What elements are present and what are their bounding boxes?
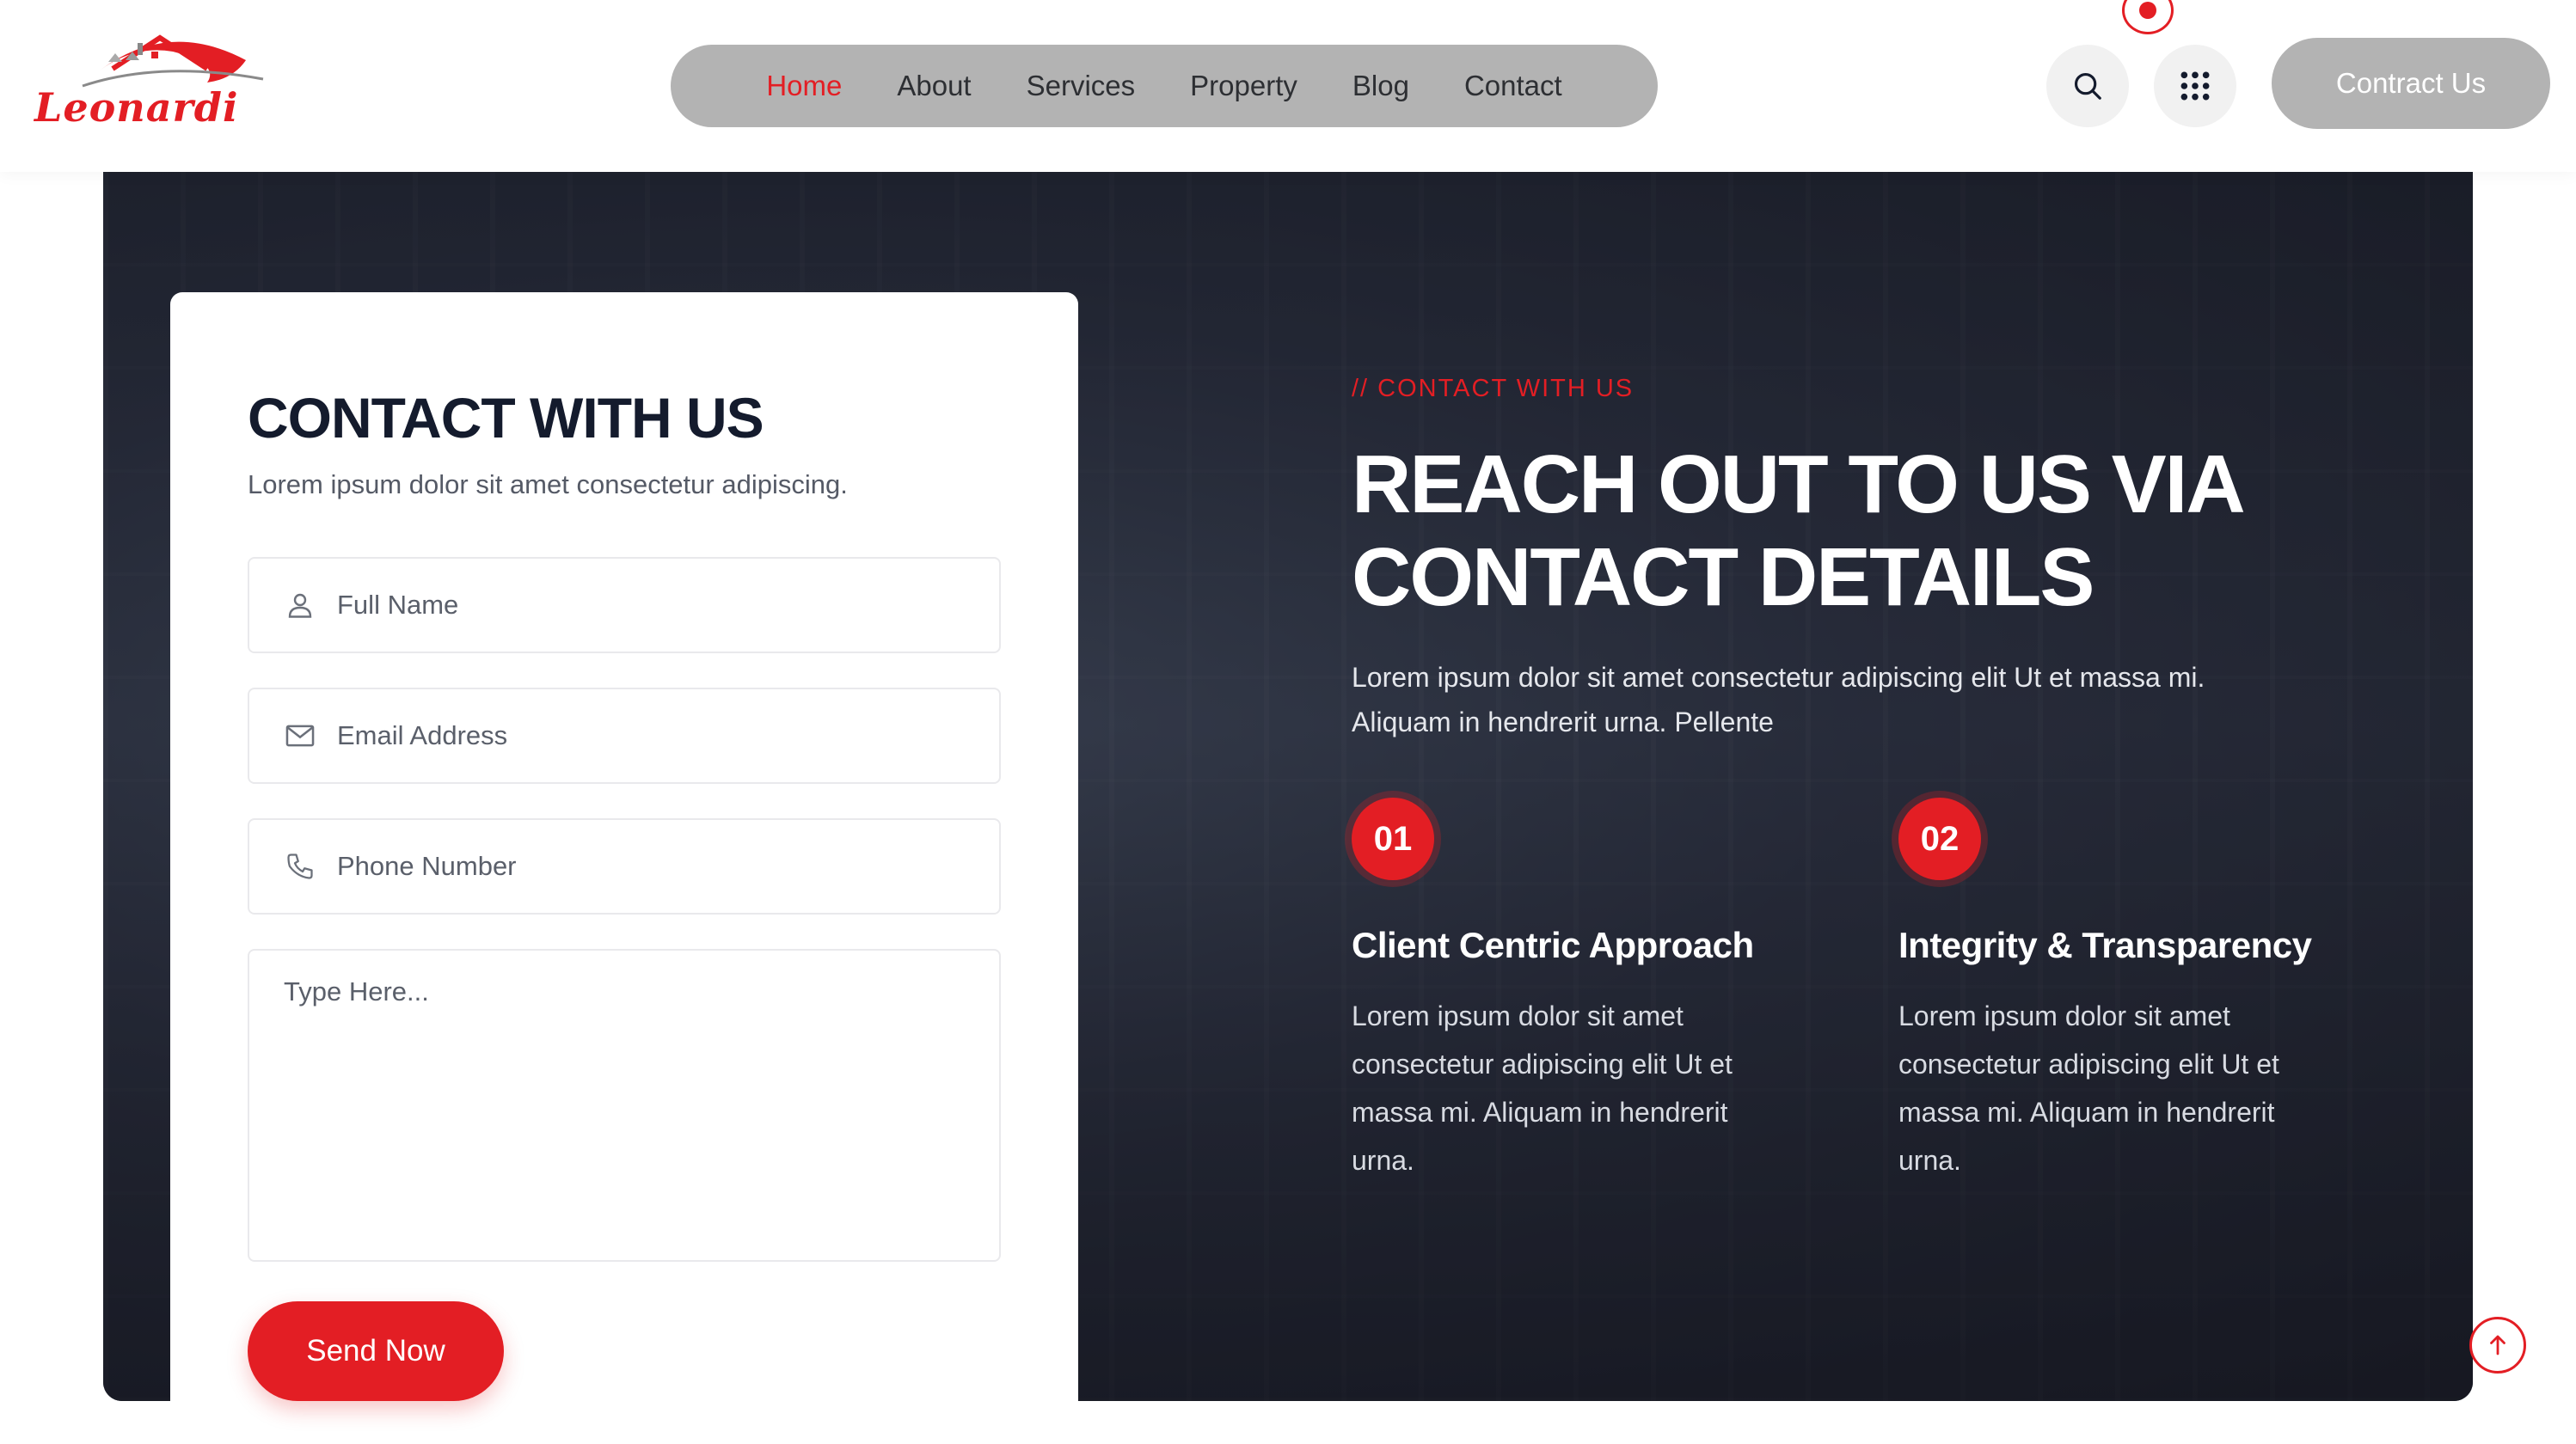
- feature-number-badge: 01: [1352, 798, 1434, 880]
- main-nav: Home About Services Property Blog Contac…: [671, 45, 1658, 127]
- user-icon: [282, 587, 318, 623]
- full-name-field: [248, 557, 1001, 653]
- phone-input[interactable]: [337, 820, 999, 913]
- section-headline: REACH OUT TO US VIA CONTACT DETAILS: [1352, 438, 2383, 624]
- headline-line-2: CONTACT DETAILS: [1352, 531, 2095, 623]
- nav-home[interactable]: Home: [739, 70, 869, 102]
- message-field: [248, 949, 1001, 1262]
- nav-about[interactable]: About: [869, 70, 998, 102]
- full-name-input[interactable]: [337, 559, 999, 652]
- contact-form-card: CONTACT WITH US Lorem ipsum dolor sit am…: [170, 292, 1078, 1444]
- feature-client-centric: 01 Client Centric Approach Lorem ipsum d…: [1352, 798, 1816, 1184]
- notification-indicator: [2122, 0, 2174, 34]
- phone-icon: [282, 848, 318, 884]
- feature-title: Client Centric Approach: [1352, 925, 1754, 965]
- logo[interactable]: Leonardi: [31, 26, 289, 138]
- feature-text: Lorem ipsum dolor sit amet consectetur a…: [1352, 1000, 1733, 1176]
- nav-services[interactable]: Services: [999, 70, 1163, 102]
- feature-integrity: 02 Integrity & Transparency Lorem ipsum …: [1898, 798, 2363, 1184]
- nav-blog[interactable]: Blog: [1325, 70, 1437, 102]
- arrow-up-icon: [2490, 1335, 2505, 1355]
- email-field: [248, 688, 1001, 784]
- logo-text: Leonardi: [34, 84, 239, 131]
- form-subtitle: Lorem ipsum dolor sit amet consectetur a…: [248, 469, 848, 499]
- section-eyebrow: // CONTACT WITH US: [1352, 375, 1635, 402]
- contract-us-button[interactable]: Contract Us: [2272, 38, 2550, 129]
- search-button[interactable]: [2046, 45, 2129, 127]
- form-title: CONTACT WITH US: [248, 386, 764, 450]
- send-now-button[interactable]: Send Now: [248, 1301, 504, 1401]
- nav-contact[interactable]: Contact: [1437, 70, 1590, 102]
- grid-menu-icon: [2180, 71, 2210, 101]
- phone-field: [248, 818, 1001, 915]
- feature-text: Lorem ipsum dolor sit amet consectetur a…: [1898, 1000, 2279, 1176]
- envelope-icon: [282, 718, 318, 754]
- section-lead-text: Lorem ipsum dolor sit amet consectetur a…: [1352, 662, 2205, 737]
- nav-property[interactable]: Property: [1162, 70, 1325, 102]
- site-header: Leonardi Home About Services Property Bl…: [0, 0, 2576, 172]
- feature-number-badge: 02: [1898, 798, 1981, 880]
- email-input[interactable]: [337, 689, 999, 782]
- search-icon: [2074, 72, 2101, 100]
- grid-menu-button[interactable]: [2154, 45, 2236, 127]
- scroll-to-top-button[interactable]: [2469, 1317, 2526, 1374]
- message-textarea[interactable]: [249, 951, 999, 1260]
- headline-line-1: REACH OUT TO US VIA: [1352, 438, 2246, 530]
- notification-dot: [2139, 2, 2156, 19]
- feature-title: Integrity & Transparency: [1898, 925, 2312, 965]
